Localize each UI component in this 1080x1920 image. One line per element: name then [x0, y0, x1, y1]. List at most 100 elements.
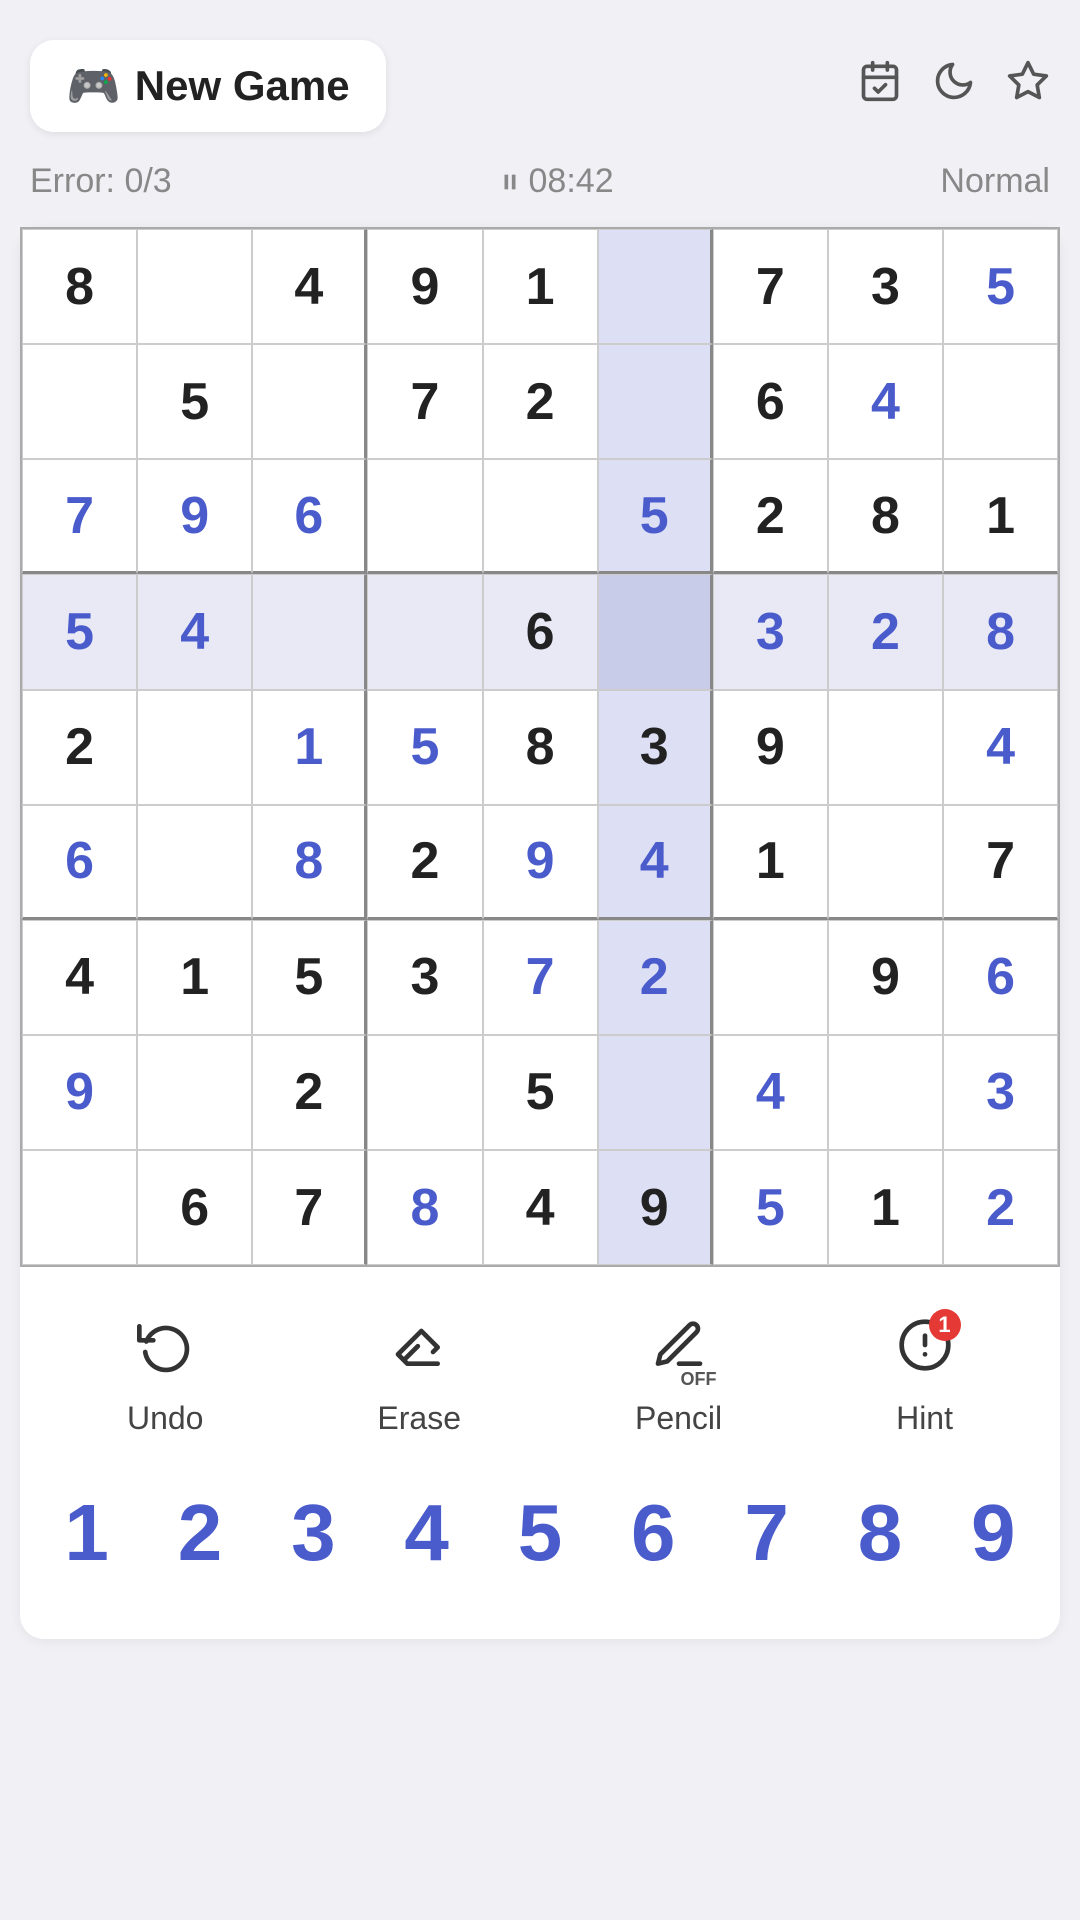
cell-4-6[interactable]: 9	[713, 690, 828, 805]
cell-7-0[interactable]: 9	[22, 1035, 137, 1150]
cell-8-2[interactable]: 7	[252, 1150, 367, 1265]
cell-2-5[interactable]: 5	[598, 459, 713, 574]
cell-8-0[interactable]	[22, 1150, 137, 1265]
cell-5-5[interactable]: 4	[598, 805, 713, 920]
cell-6-5[interactable]: 2	[598, 920, 713, 1035]
new-game-button[interactable]: 🎮 New Game	[30, 40, 386, 132]
pencil-button[interactable]: OFF Pencil	[635, 1317, 722, 1437]
numpad-4[interactable]: 4	[377, 1487, 477, 1579]
cell-8-1[interactable]: 6	[137, 1150, 252, 1265]
cell-4-1[interactable]	[137, 690, 252, 805]
cell-1-3[interactable]: 7	[367, 344, 482, 459]
cell-0-4[interactable]: 1	[483, 229, 598, 344]
cell-2-8[interactable]: 1	[943, 459, 1058, 574]
cell-6-1[interactable]: 1	[137, 920, 252, 1035]
status-bar: Error: 0/3 08:42 Normal	[0, 152, 1080, 217]
numpad-1[interactable]: 1	[37, 1487, 137, 1579]
cell-1-8[interactable]	[943, 344, 1058, 459]
cell-4-5[interactable]: 3	[598, 690, 713, 805]
cell-8-8[interactable]: 2	[943, 1150, 1058, 1265]
cell-6-6[interactable]	[713, 920, 828, 1035]
cell-7-6[interactable]: 4	[713, 1035, 828, 1150]
moon-icon[interactable]	[932, 59, 976, 114]
cell-6-4[interactable]: 7	[483, 920, 598, 1035]
cell-6-7[interactable]: 9	[828, 920, 943, 1035]
numpad-3[interactable]: 3	[263, 1487, 363, 1579]
cell-8-7[interactable]: 1	[828, 1150, 943, 1265]
cell-1-2[interactable]	[252, 344, 367, 459]
numpad-5[interactable]: 5	[490, 1487, 590, 1579]
cell-3-4[interactable]: 6	[483, 574, 598, 689]
cell-7-3[interactable]	[367, 1035, 482, 1150]
cell-5-6[interactable]: 1	[713, 805, 828, 920]
cell-6-0[interactable]: 4	[22, 920, 137, 1035]
cell-8-6[interactable]: 5	[713, 1150, 828, 1265]
cell-3-8[interactable]: 8	[943, 574, 1058, 689]
cell-6-3[interactable]: 3	[367, 920, 482, 1035]
undo-label: Undo	[127, 1400, 204, 1437]
cell-7-8[interactable]: 3	[943, 1035, 1058, 1150]
cell-7-5[interactable]	[598, 1035, 713, 1150]
cell-5-0[interactable]: 6	[22, 805, 137, 920]
settings-icon[interactable]	[1006, 59, 1050, 114]
numpad-7[interactable]: 7	[717, 1487, 817, 1579]
cell-1-6[interactable]: 6	[713, 344, 828, 459]
cell-2-3[interactable]	[367, 459, 482, 574]
cell-0-8[interactable]: 5	[943, 229, 1058, 344]
cell-5-7[interactable]	[828, 805, 943, 920]
cell-0-2[interactable]: 4	[252, 229, 367, 344]
cell-0-7[interactable]: 3	[828, 229, 943, 344]
cell-0-0[interactable]: 8	[22, 229, 137, 344]
cell-3-1[interactable]: 4	[137, 574, 252, 689]
cell-0-1[interactable]	[137, 229, 252, 344]
cell-8-5[interactable]: 9	[598, 1150, 713, 1265]
cell-6-8[interactable]: 6	[943, 920, 1058, 1035]
cell-0-5[interactable]	[598, 229, 713, 344]
cell-3-5[interactable]	[598, 574, 713, 689]
cell-3-7[interactable]: 2	[828, 574, 943, 689]
erase-button[interactable]: Erase	[377, 1317, 461, 1437]
cell-2-4[interactable]	[483, 459, 598, 574]
cell-1-1[interactable]: 5	[137, 344, 252, 459]
undo-button[interactable]: Undo	[127, 1317, 204, 1437]
cell-4-8[interactable]: 4	[943, 690, 1058, 805]
cell-2-6[interactable]: 2	[713, 459, 828, 574]
cell-1-4[interactable]: 2	[483, 344, 598, 459]
cell-5-4[interactable]: 9	[483, 805, 598, 920]
cell-7-2[interactable]: 2	[252, 1035, 367, 1150]
cell-4-7[interactable]	[828, 690, 943, 805]
numpad-6[interactable]: 6	[603, 1487, 703, 1579]
cell-0-6[interactable]: 7	[713, 229, 828, 344]
cell-3-6[interactable]: 3	[713, 574, 828, 689]
calendar-icon[interactable]	[858, 59, 902, 114]
cell-7-4[interactable]: 5	[483, 1035, 598, 1150]
cell-5-1[interactable]	[137, 805, 252, 920]
cell-7-7[interactable]	[828, 1035, 943, 1150]
cell-2-1[interactable]: 9	[137, 459, 252, 574]
cell-2-7[interactable]: 8	[828, 459, 943, 574]
cell-4-0[interactable]: 2	[22, 690, 137, 805]
cell-5-2[interactable]: 8	[252, 805, 367, 920]
numpad-8[interactable]: 8	[830, 1487, 930, 1579]
cell-7-1[interactable]	[137, 1035, 252, 1150]
cell-2-2[interactable]: 6	[252, 459, 367, 574]
cell-4-4[interactable]: 8	[483, 690, 598, 805]
cell-5-8[interactable]: 7	[943, 805, 1058, 920]
cell-4-3[interactable]: 5	[367, 690, 482, 805]
cell-6-2[interactable]: 5	[252, 920, 367, 1035]
cell-1-7[interactable]: 4	[828, 344, 943, 459]
cell-5-3[interactable]: 2	[367, 805, 482, 920]
cell-1-5[interactable]	[598, 344, 713, 459]
cell-3-0[interactable]: 5	[22, 574, 137, 689]
cell-8-3[interactable]: 8	[367, 1150, 482, 1265]
cell-3-3[interactable]	[367, 574, 482, 689]
cell-2-0[interactable]: 7	[22, 459, 137, 574]
cell-4-2[interactable]: 1	[252, 690, 367, 805]
cell-1-0[interactable]	[22, 344, 137, 459]
cell-3-2[interactable]	[252, 574, 367, 689]
numpad-9[interactable]: 9	[943, 1487, 1043, 1579]
cell-0-3[interactable]: 9	[367, 229, 482, 344]
cell-8-4[interactable]: 4	[483, 1150, 598, 1265]
numpad-2[interactable]: 2	[150, 1487, 250, 1579]
hint-button[interactable]: 1 Hint	[896, 1317, 953, 1437]
